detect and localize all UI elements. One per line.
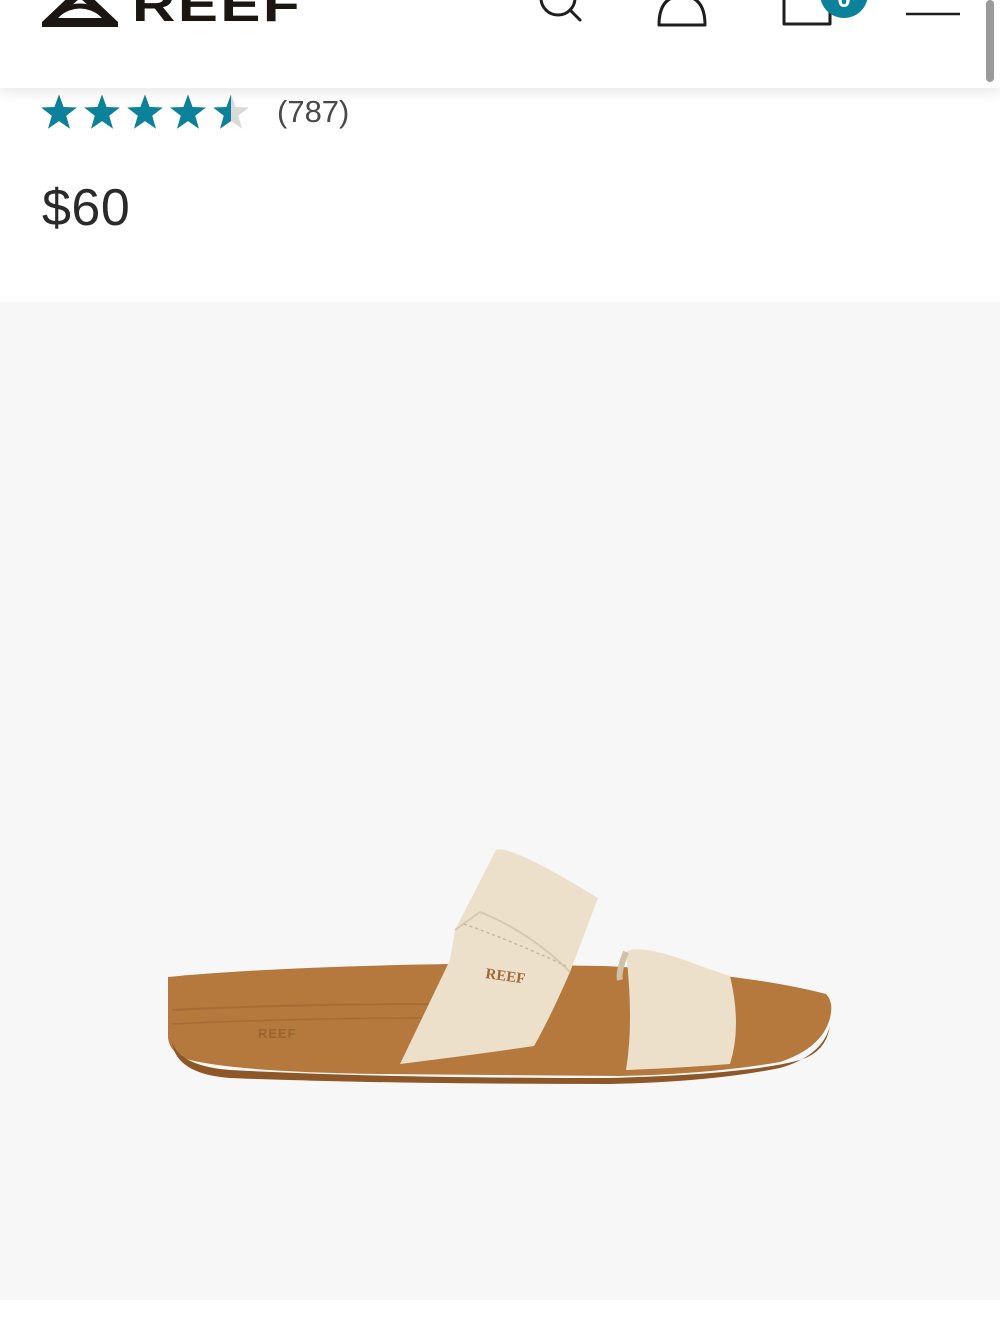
star-icon [41,94,77,129]
star-icon [84,94,120,129]
star-icon [170,94,206,129]
star-icon [213,94,249,129]
star-icon [127,94,163,129]
site-header: REEF 0 [0,0,1000,88]
menu-icon[interactable] [904,0,962,18]
review-count[interactable]: (787) [277,94,349,130]
search-icon[interactable] [536,0,584,30]
rating-stars [40,93,255,131]
product-price: $60 [42,179,131,237]
brand-logo[interactable]: REEF [40,0,300,30]
product-rating[interactable]: (787) [40,88,349,136]
sole-logo-text: REEF [258,1026,297,1041]
account-icon[interactable] [656,0,708,30]
brand-wordmark: REEF [132,0,303,32]
scrollbar[interactable] [986,0,994,82]
reef-logo-icon [42,0,118,27]
sandal-product-image: REEF REEF [168,849,832,1084]
product-image-gallery[interactable]: REEF REEF [0,302,1000,1300]
product-page: REEF 0 (787) $60 REE [0,0,1000,1333]
